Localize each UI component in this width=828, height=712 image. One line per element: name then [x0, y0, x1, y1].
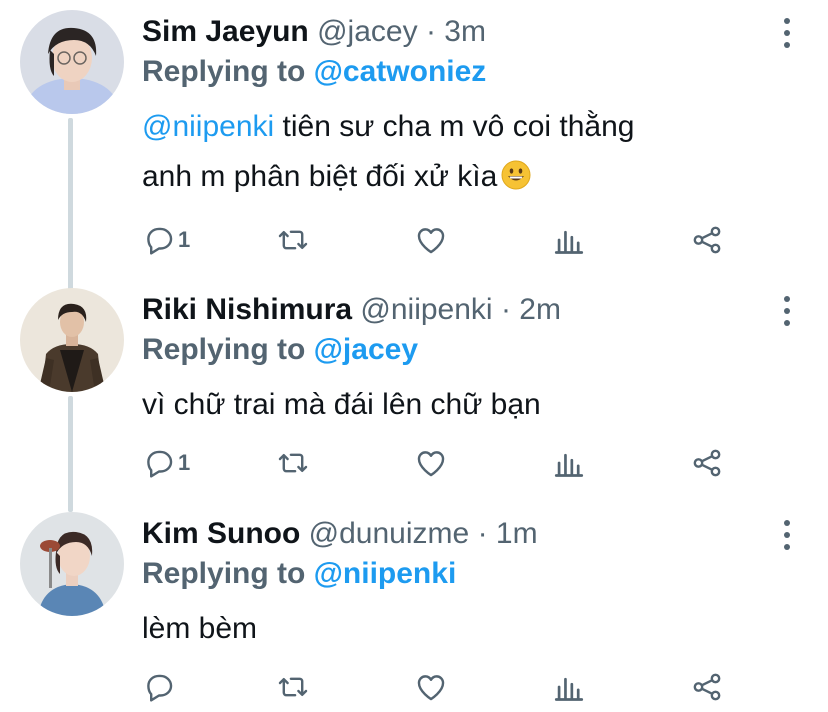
- tweet-text-line2: anh m phân biệt đối xử kìa: [142, 160, 498, 193]
- tweet-content: Riki Nishimura @niipenki · 2m Replying t…: [142, 290, 768, 430]
- like-button[interactable]: [414, 443, 448, 483]
- share-button[interactable]: [690, 220, 724, 260]
- retweet-icon: [278, 677, 308, 697]
- reply-button[interactable]: 1: [142, 443, 190, 483]
- display-name[interactable]: Kim Sunoo: [142, 517, 300, 550]
- emoji-grinning-icon: [501, 156, 531, 190]
- reply-button[interactable]: 1: [142, 220, 190, 260]
- user-handle[interactable]: @jacey: [317, 15, 418, 48]
- replying-to: Replying to @niipenki: [142, 554, 768, 594]
- like-icon: [417, 228, 445, 254]
- like-button[interactable]: [414, 220, 448, 260]
- thread-connector: [68, 118, 73, 290]
- more-icon: [784, 18, 790, 24]
- share-icon: [693, 673, 721, 701]
- views-icon: [554, 677, 584, 701]
- avatar[interactable]: [20, 512, 124, 616]
- more-options-button[interactable]: [780, 520, 794, 550]
- replying-to-label: Replying to: [142, 55, 314, 88]
- share-icon: [693, 226, 721, 254]
- avatar[interactable]: [20, 288, 124, 392]
- thread-connector: [68, 396, 73, 512]
- share-button[interactable]: [690, 443, 724, 483]
- timestamp[interactable]: 3m: [444, 15, 486, 48]
- share-button[interactable]: [690, 667, 724, 707]
- tweet-text: @niipenki tiên sư cha m vô coi thằng anh…: [142, 102, 768, 202]
- tweet-text: vì chữ trai mà đái lên chữ bạn: [142, 380, 768, 430]
- tweet-actions: 1: [142, 443, 742, 483]
- reply-count: 1: [178, 227, 191, 252]
- tweet-content: Kim Sunoo @dunuizme · 1m Replying to @ni…: [142, 514, 768, 654]
- analytics-button[interactable]: [552, 220, 586, 260]
- replying-to-label: Replying to: [142, 557, 314, 590]
- like-button[interactable]: [414, 667, 448, 707]
- more-options-button[interactable]: [780, 296, 794, 326]
- views-icon: [554, 453, 584, 477]
- display-name[interactable]: Sim Jaeyun: [142, 15, 309, 48]
- replying-to: Replying to @jacey: [142, 330, 768, 370]
- tweet-text-content: lèm bèm: [142, 612, 258, 645]
- tweet-text-content: vì chữ trai mà đái lên chữ bạn: [142, 388, 541, 421]
- like-icon: [417, 675, 445, 701]
- separator-dot: ·: [425, 15, 436, 48]
- retweet-icon: [278, 230, 308, 250]
- replying-to-label: Replying to: [142, 333, 314, 366]
- timestamp[interactable]: 1m: [496, 517, 538, 550]
- views-icon: [554, 230, 584, 254]
- separator-dot: ·: [500, 293, 511, 326]
- more-options-button[interactable]: [780, 18, 794, 48]
- retweet-button[interactable]: [276, 667, 310, 707]
- display-name[interactable]: Riki Nishimura: [142, 293, 352, 326]
- tweet-header: Riki Nishimura @niipenki · 2m: [142, 290, 768, 330]
- retweet-button[interactable]: [276, 220, 310, 260]
- analytics-button[interactable]: [552, 667, 586, 707]
- replying-to-mention[interactable]: @jacey: [314, 333, 418, 366]
- user-handle[interactable]: @dunuizme: [309, 517, 470, 550]
- replying-to-mention[interactable]: @niipenki: [314, 557, 457, 590]
- tweet-content: Sim Jaeyun @jacey · 3m Replying to @catw…: [142, 12, 768, 202]
- analytics-button[interactable]: [552, 443, 586, 483]
- reply-icon: [147, 450, 173, 478]
- tweet-header: Sim Jaeyun @jacey · 3m: [142, 12, 768, 52]
- replying-to: Replying to @catwoniez: [142, 52, 768, 92]
- more-icon: [784, 296, 790, 302]
- retweet-button[interactable]: [276, 443, 310, 483]
- tweet-header: Kim Sunoo @dunuizme · 1m: [142, 514, 768, 554]
- timestamp[interactable]: 2m: [519, 293, 561, 326]
- reply-icon: [147, 227, 173, 255]
- separator-dot: ·: [477, 517, 488, 550]
- retweet-icon: [278, 453, 308, 473]
- tweet-actions: [142, 667, 742, 707]
- tweet-text: lèm bèm: [142, 604, 768, 654]
- like-icon: [417, 451, 445, 477]
- share-icon: [693, 449, 721, 477]
- tweet-text-line1: tiên sư cha m vô coi thằng: [274, 110, 635, 143]
- more-icon: [784, 520, 790, 526]
- reply-icon: [147, 674, 173, 702]
- reply-button[interactable]: [142, 667, 176, 707]
- replying-to-mention[interactable]: @catwoniez: [314, 55, 487, 88]
- user-handle[interactable]: @niipenki: [360, 293, 492, 326]
- reply-count: 1: [178, 450, 191, 475]
- mention-link[interactable]: @niipenki: [142, 110, 274, 143]
- avatar[interactable]: [20, 10, 124, 114]
- tweet-actions: 1: [142, 220, 742, 260]
